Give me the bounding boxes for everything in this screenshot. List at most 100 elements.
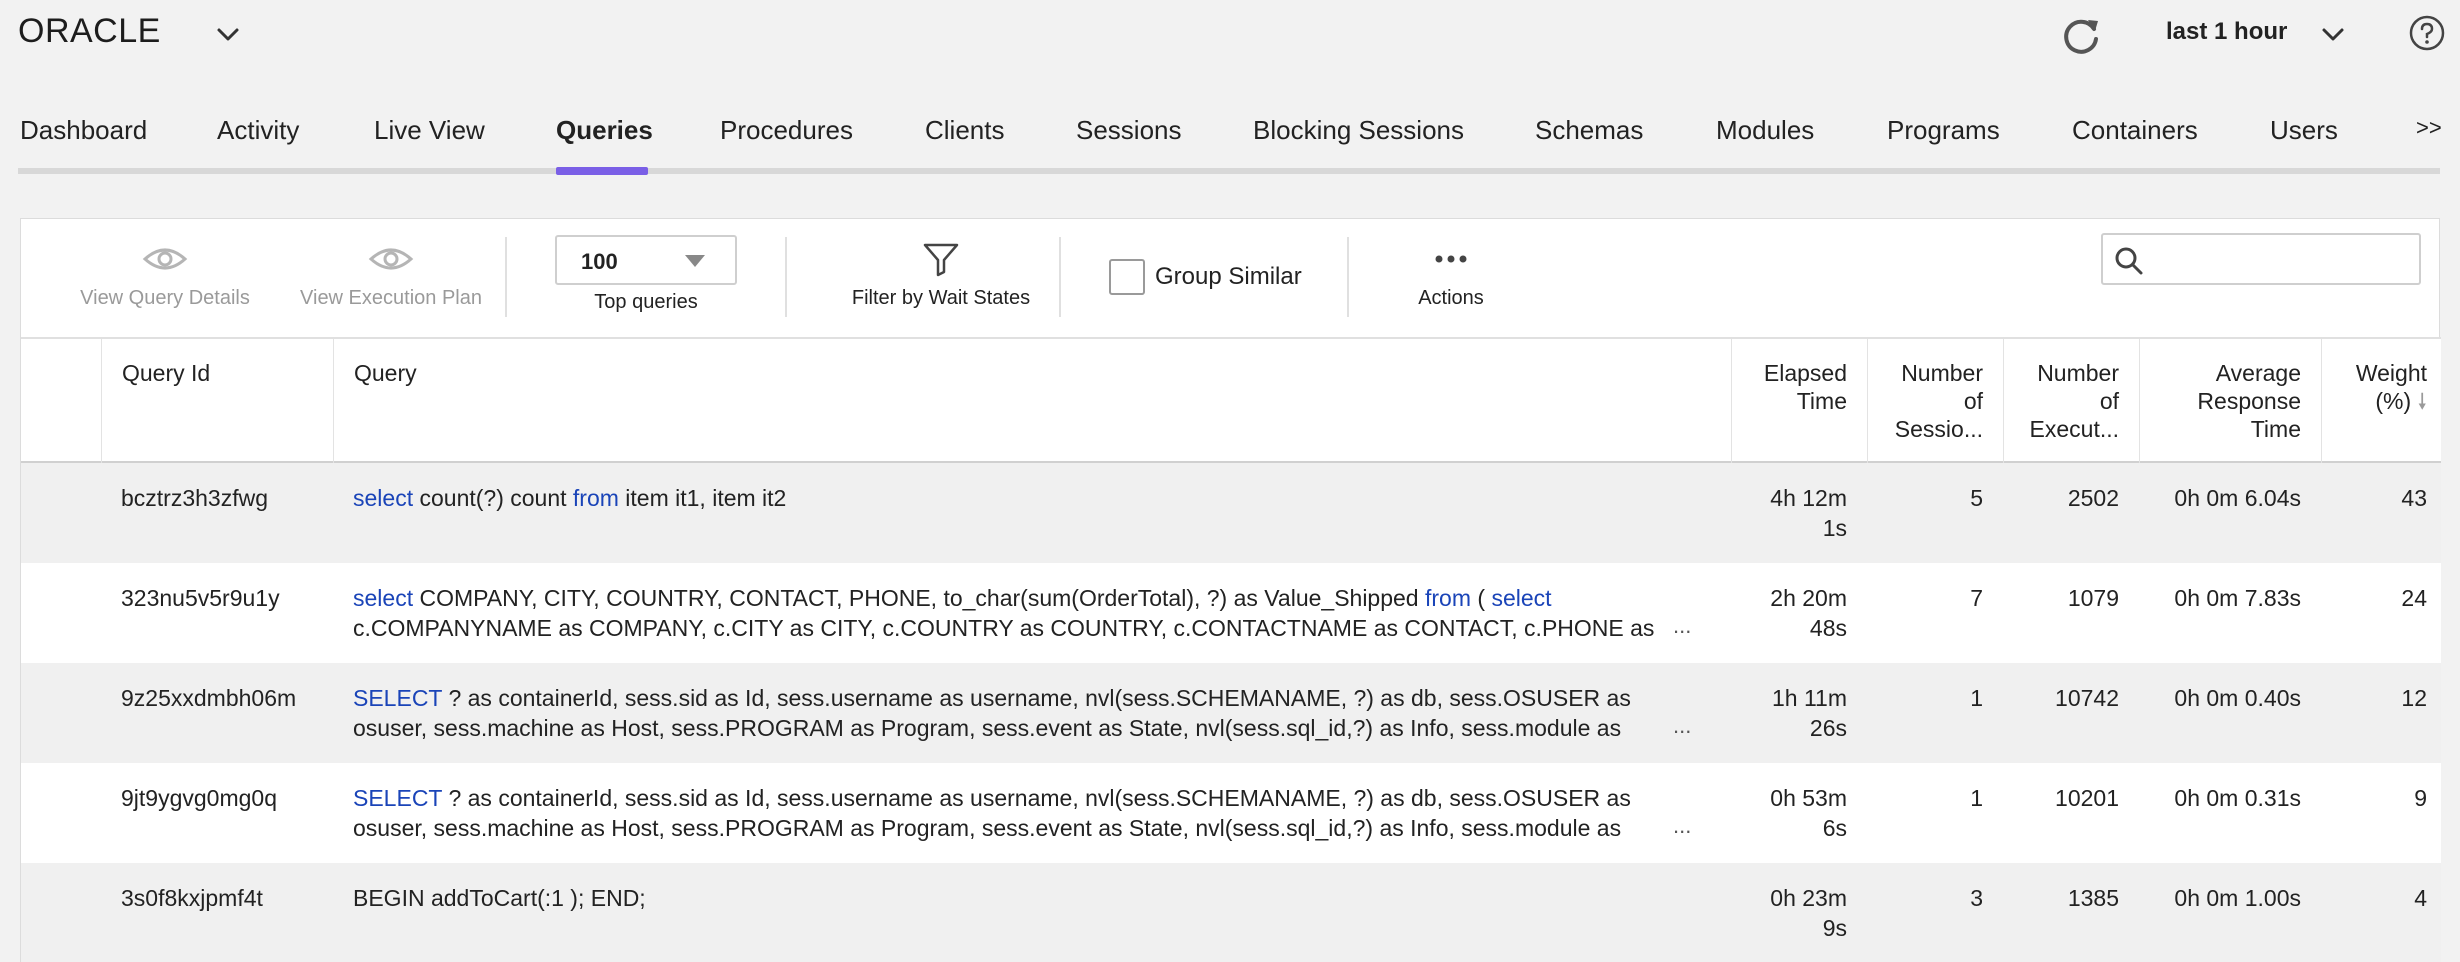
header-label-line: Sessio... bbox=[1894, 416, 1983, 442]
header-elapsed-time[interactable]: Elapsed Time bbox=[1731, 339, 1867, 463]
table-row[interactable]: 9jt9ygvg0mg0q SELECT ? as containerId, s… bbox=[21, 763, 2441, 863]
tab-schemas[interactable]: Schemas bbox=[1535, 115, 1643, 146]
header-number-of-sessions[interactable]: Number of Sessio... bbox=[1867, 339, 2003, 463]
sql-keyword: select bbox=[353, 485, 414, 511]
header-label-line: of bbox=[1963, 388, 1983, 414]
truncated-ellipsis[interactable]: ... bbox=[1673, 713, 1691, 739]
sql-text: ( bbox=[1471, 585, 1492, 611]
cell-query: SELECT ? as containerId, sess.sid as Id,… bbox=[353, 783, 1663, 843]
top-queries-select[interactable]: 100 bbox=[555, 235, 737, 285]
tab-sessions[interactable]: Sessions bbox=[1076, 115, 1182, 146]
cell-query: select count(?) count from item it1, ite… bbox=[353, 483, 1663, 513]
sql-text: count(?) count bbox=[413, 485, 573, 511]
top-queries-value: 100 bbox=[581, 249, 618, 274]
header-number-of-executions[interactable]: Number of Execut... bbox=[2003, 339, 2139, 463]
chevron-down-icon[interactable] bbox=[213, 20, 243, 50]
table-row[interactable]: bcztrz3h3zfwg select count(?) count from… bbox=[21, 463, 2441, 563]
search-input[interactable] bbox=[2101, 233, 2421, 285]
tab-clients[interactable]: Clients bbox=[925, 115, 1004, 146]
cell-query: SELECT ? as containerId, sess.sid as Id,… bbox=[353, 683, 1663, 743]
tabs-more-button[interactable]: >> bbox=[2416, 115, 2442, 141]
elapsed-line: 48s bbox=[1809, 615, 1847, 641]
cell-weight: 4 bbox=[2414, 885, 2427, 911]
tab-live-view[interactable]: Live View bbox=[374, 115, 485, 146]
tab-procedures[interactable]: Procedures bbox=[720, 115, 853, 146]
top-queries-caption: Top queries bbox=[555, 291, 737, 314]
tab-programs[interactable]: Programs bbox=[1887, 115, 2000, 146]
header-label-line: Time bbox=[1796, 388, 1847, 414]
cell-sessions: 5 bbox=[1970, 485, 1983, 511]
caret-down-icon bbox=[685, 255, 705, 267]
active-tab-indicator bbox=[556, 167, 648, 175]
tab-modules[interactable]: Modules bbox=[1716, 115, 1814, 146]
top-queries-label: Top queries bbox=[594, 291, 698, 313]
group-similar-checkbox[interactable] bbox=[1109, 259, 1145, 295]
table-row[interactable]: 323nu5v5r9u1y select COMPANY, CITY, COUN… bbox=[21, 563, 2441, 663]
chevron-down-icon[interactable] bbox=[2318, 20, 2348, 50]
sql-keyword: SELECT bbox=[353, 685, 443, 711]
tab-dashboard[interactable]: Dashboard bbox=[20, 115, 147, 146]
help-icon[interactable] bbox=[2408, 14, 2446, 52]
cell-executions: 10201 bbox=[2055, 785, 2119, 811]
cell-sessions: 7 bbox=[1970, 585, 1983, 611]
sql-keyword: select bbox=[1491, 585, 1552, 611]
time-range-selector[interactable]: last 1 hour bbox=[2166, 18, 2287, 46]
toolbar-separator bbox=[505, 237, 507, 317]
cell-query: BEGIN addToCart(:1 ); END; bbox=[353, 883, 1663, 913]
header-label-line: Time bbox=[2250, 416, 2301, 442]
header-label-line: Number bbox=[1901, 360, 1983, 386]
table-header: Query Id Query Elapsed Time Number of Se… bbox=[21, 337, 2441, 463]
header-average-response-time[interactable]: Average Response Time bbox=[2139, 339, 2321, 463]
cell-weight: 9 bbox=[2414, 785, 2427, 811]
cell-weight: 12 bbox=[2401, 685, 2427, 711]
sql-text: ? as containerId, sess.sid as Id, sess.u… bbox=[353, 685, 1631, 741]
cell-average-response-time: 0h 0m 7.83s bbox=[2174, 585, 2301, 611]
cell-query: select COMPANY, CITY, COUNTRY, CONTACT, … bbox=[353, 583, 1663, 643]
cell-query-id: 3s0f8kxjpmf4t bbox=[121, 885, 263, 911]
tab-queries[interactable]: Queries bbox=[556, 115, 653, 146]
cell-elapsed-time: 2h 20m 48s bbox=[1731, 583, 1847, 643]
cell-query-id: 9jt9ygvg0mg0q bbox=[121, 785, 277, 811]
tab-users[interactable]: Users bbox=[2270, 115, 2338, 146]
table-row[interactable]: 9z25xxdmbh06m SELECT ? as containerId, s… bbox=[21, 663, 2441, 763]
view-execution-plan-button[interactable]: View Execution Plan bbox=[275, 241, 507, 310]
tab-blocking-sessions[interactable]: Blocking Sessions bbox=[1253, 115, 1464, 146]
more-horizontal-icon bbox=[1435, 255, 1467, 263]
header-query[interactable]: Query bbox=[333, 339, 1731, 463]
header-select-column bbox=[21, 339, 101, 463]
filter-by-wait-states-button[interactable]: Filter by Wait States bbox=[821, 239, 1061, 310]
sql-text: BEGIN addToCart(:1 ); END; bbox=[353, 885, 646, 911]
tab-activity[interactable]: Activity bbox=[217, 115, 299, 146]
cell-weight: 43 bbox=[2401, 485, 2427, 511]
cell-elapsed-time: 0h 53m 6s bbox=[1731, 783, 1847, 843]
brand-title: ORACLE bbox=[18, 12, 161, 50]
header-weight[interactable]: Weight (%) 🠗 bbox=[2321, 339, 2441, 463]
actions-button[interactable]: Actions bbox=[1371, 239, 1531, 310]
sql-text: c.COMPANYNAME as COMPANY, c.CITY as CITY… bbox=[353, 615, 1655, 641]
refresh-icon[interactable] bbox=[2058, 12, 2104, 58]
header-label-line: Average bbox=[2215, 360, 2301, 386]
filter-label: Filter by Wait States bbox=[851, 287, 1031, 309]
cell-executions: 2502 bbox=[2067, 485, 2119, 511]
elapsed-line: 9s bbox=[1822, 915, 1847, 941]
view-query-details-button[interactable]: View Query Details bbox=[59, 241, 271, 310]
table-row[interactable]: 3s0f8kxjpmf4t BEGIN addToCart(:1 ); END;… bbox=[21, 863, 2441, 962]
cell-average-response-time: 0h 0m 0.40s bbox=[2174, 685, 2301, 711]
sql-keyword: from bbox=[572, 485, 619, 511]
elapsed-line: 6s bbox=[1822, 815, 1847, 841]
tabs-divider bbox=[18, 168, 2440, 174]
cell-query-id: bcztrz3h3zfwg bbox=[121, 485, 269, 511]
view-query-details-label: View Query Details bbox=[80, 287, 250, 309]
sql-keyword: SELECT bbox=[353, 785, 443, 811]
top-bar: ORACLE last 1 hour bbox=[0, 0, 2460, 70]
cell-query-id: 323nu5v5r9u1y bbox=[121, 585, 280, 611]
truncated-ellipsis[interactable]: ... bbox=[1673, 813, 1691, 839]
cell-elapsed-time: 0h 23m 9s bbox=[1731, 883, 1847, 943]
cell-query-id: 9z25xxdmbh06m bbox=[121, 685, 297, 711]
header-query-id[interactable]: Query Id bbox=[101, 339, 333, 463]
tab-containers[interactable]: Containers bbox=[2072, 115, 2198, 146]
actions-label: Actions bbox=[1418, 287, 1484, 309]
truncated-ellipsis[interactable]: ... bbox=[1673, 613, 1691, 639]
cell-average-response-time: 0h 0m 1.00s bbox=[2174, 885, 2301, 911]
eye-icon bbox=[368, 248, 414, 270]
